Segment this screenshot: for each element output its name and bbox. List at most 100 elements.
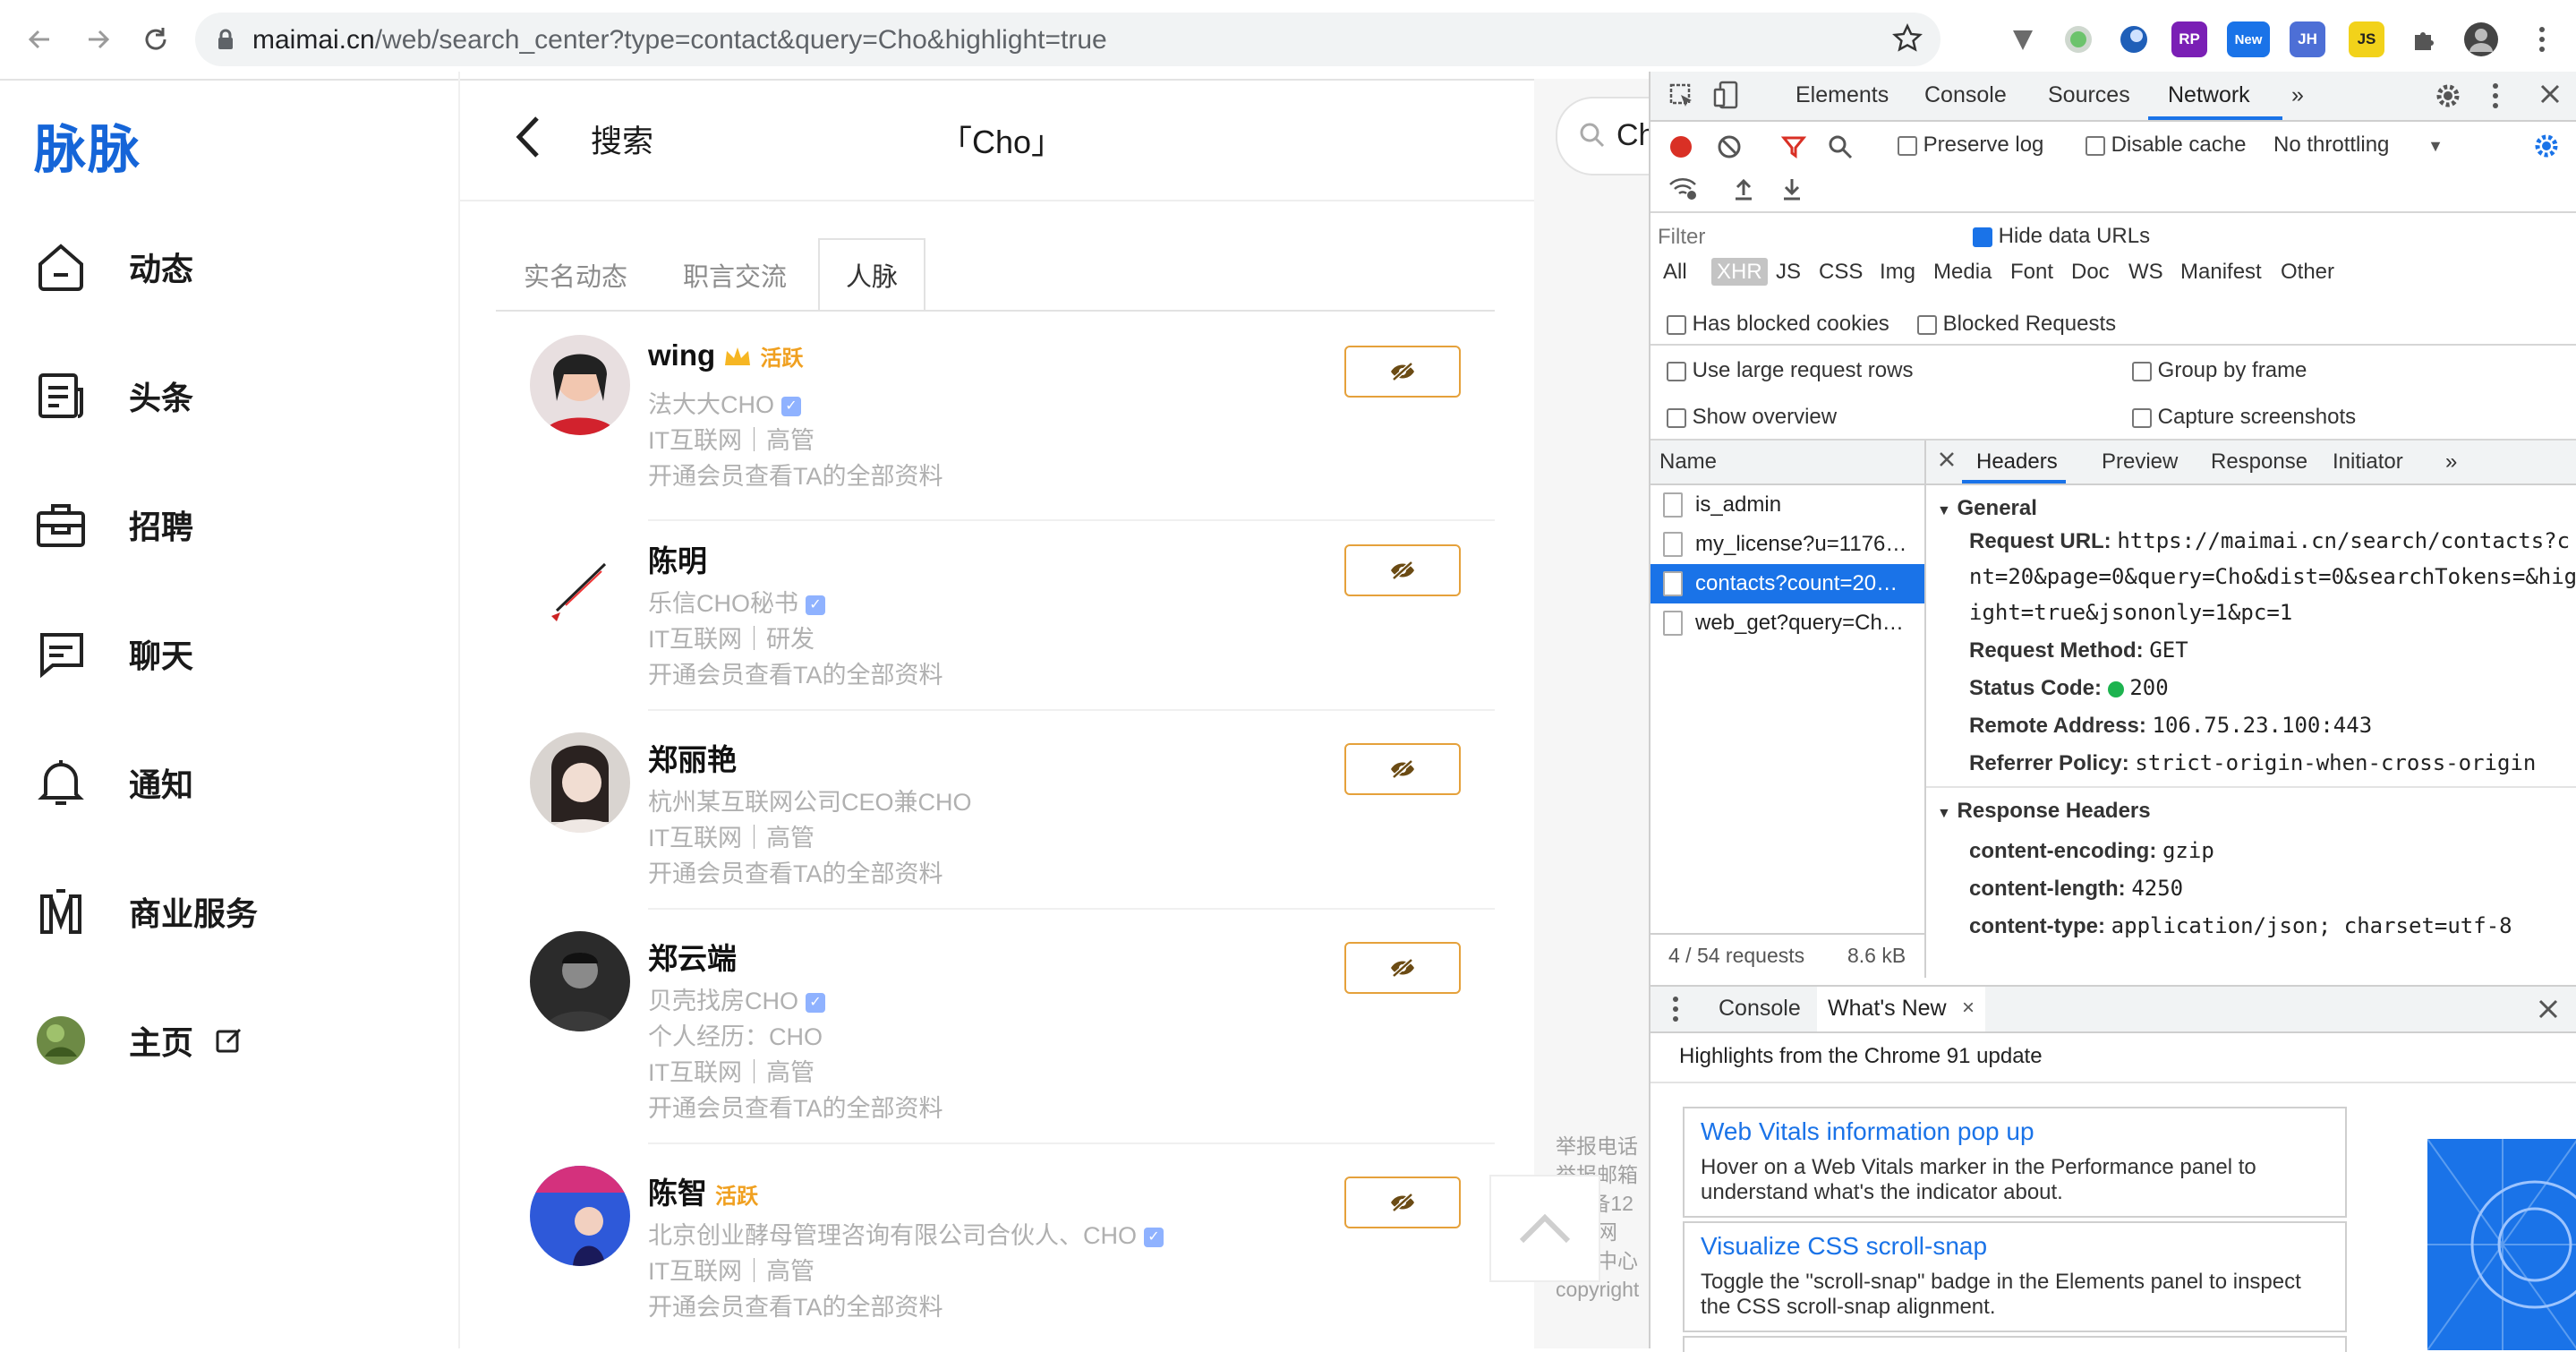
contact-name[interactable]: 陈明 xyxy=(648,537,707,580)
back-arrow-icon[interactable] xyxy=(20,20,59,59)
sidebar-item-dongtai[interactable]: 动态 xyxy=(34,231,419,303)
avatar[interactable] xyxy=(530,732,630,833)
search-icon[interactable] xyxy=(1828,134,1853,159)
browser-menu-icon[interactable] xyxy=(2524,21,2560,57)
tab-response[interactable]: Response xyxy=(2211,449,2307,475)
tab-elements[interactable]: Elements xyxy=(1796,82,1889,108)
extension-blue-orb-icon[interactable] xyxy=(2116,21,2152,57)
contact-vip-hint[interactable]: 开通会员查看TA的全部资料 xyxy=(648,457,943,492)
tab-network[interactable]: Network xyxy=(2168,82,2250,108)
contact-card[interactable]: wing 活跃 法大大CHO ✓ IT互联网｜高管 开通会员查看TA的全部资料 xyxy=(496,331,1495,521)
tab-headers[interactable]: Headers xyxy=(1976,449,2058,475)
more-detail-tabs-icon[interactable]: » xyxy=(2445,449,2457,475)
drawer-menu-icon[interactable] xyxy=(1672,996,1679,1023)
more-tabs-icon[interactable]: » xyxy=(2291,82,2304,108)
has-blocked-cookies-checkbox[interactable]: Has blocked cookies xyxy=(1667,312,1889,337)
contact-name[interactable]: 陈智 活跃 xyxy=(648,1169,758,1212)
extensions-puzzle-icon[interactable] xyxy=(2406,21,2442,57)
sidebar-item-shangye[interactable]: 商业服务 xyxy=(34,876,419,947)
show-overview-checkbox[interactable]: Show overview xyxy=(1667,405,1837,430)
profile-avatar-icon[interactable] xyxy=(2463,21,2499,57)
follow-button[interactable] xyxy=(1344,544,1461,596)
whats-new-card[interactable]: Web Vitals information pop up Hover on a… xyxy=(1683,1107,2347,1218)
sidebar-item-toutiao[interactable]: 头条 xyxy=(34,360,419,432)
type-manifest[interactable]: Manifest xyxy=(2180,260,2262,285)
extension-green-dot-icon[interactable] xyxy=(2060,21,2096,57)
extension-new-icon[interactable]: New xyxy=(2227,21,2270,57)
contact-vip-hint[interactable]: 开通会员查看TA的全部资料 xyxy=(648,1288,943,1322)
clear-icon[interactable] xyxy=(1717,134,1742,159)
extension-js-icon[interactable]: JS xyxy=(2349,21,2384,57)
avatar[interactable] xyxy=(530,931,630,1031)
contact-vip-hint[interactable]: 开通会员查看TA的全部资料 xyxy=(648,655,943,690)
record-icon[interactable] xyxy=(1668,134,1693,159)
avatar[interactable] xyxy=(530,534,630,634)
devtools-menu-icon[interactable] xyxy=(2492,82,2499,109)
follow-button[interactable] xyxy=(1344,1177,1461,1228)
tab-renmai[interactable]: 人脉 xyxy=(818,240,925,310)
back-chevron-icon[interactable] xyxy=(510,115,546,159)
bookmark-star-icon[interactable] xyxy=(1892,23,1923,54)
contact-card[interactable]: 陈明 乐信CHO秘书 ✓ IT互联网｜研发 开通会员查看TA的全部资料 xyxy=(496,530,1495,720)
sidebar-item-zhaopin[interactable]: 招聘 xyxy=(34,489,419,560)
hide-data-urls-checkbox[interactable]: Hide data URLs xyxy=(1973,224,2150,249)
sidebar-item-zhuye[interactable]: 主页 xyxy=(34,1005,419,1076)
contact-vip-hint[interactable]: 开通会员查看TA的全部资料 xyxy=(648,854,943,889)
extension-jh-icon[interactable]: JH xyxy=(2290,21,2325,57)
close-tab-icon[interactable]: × xyxy=(1962,996,1975,1021)
throttling-select[interactable]: No throttling ▼ xyxy=(2273,133,2444,158)
type-css[interactable]: CSS xyxy=(1819,260,1863,285)
lock-icon[interactable] xyxy=(217,29,235,50)
whats-new-title[interactable]: Visualize CSS scroll-snap xyxy=(1701,1232,1987,1261)
type-js[interactable]: JS xyxy=(1776,260,1801,285)
contact-card[interactable]: 郑丽艳 杭州某互联网公司CEO兼CHO IT互联网｜高管 开通会员查看TA的全部… xyxy=(496,729,1495,919)
scroll-to-top-button[interactable] xyxy=(1489,1175,1600,1282)
capture-screenshots-checkbox[interactable]: Capture screenshots xyxy=(2132,405,2356,430)
type-all[interactable]: All xyxy=(1663,260,1687,285)
filter-input[interactable] xyxy=(1651,218,1953,254)
contact-name[interactable]: 郑丽艳 xyxy=(648,736,737,779)
settings-gear-icon[interactable] xyxy=(2435,82,2461,109)
general-section-header[interactable]: ▼ General xyxy=(1937,496,2037,521)
tab-shiming-dongtai[interactable]: 实名动态 xyxy=(510,240,641,310)
blocked-requests-checkbox[interactable]: Blocked Requests xyxy=(1917,312,2116,337)
contact-card[interactable]: 郑云端 贝壳找房CHO ✓ 个人经历：CHO IT互联网｜高管 开通会员查看TA的… xyxy=(496,928,1495,1157)
tab-sources[interactable]: Sources xyxy=(2048,82,2130,108)
type-other[interactable]: Other xyxy=(2281,260,2334,285)
name-column-header[interactable]: Name xyxy=(1651,441,1924,485)
filter-input-field[interactable] xyxy=(1656,222,1946,252)
contact-name[interactable]: wing 活跃 xyxy=(648,338,804,372)
type-ws[interactable]: WS xyxy=(2128,260,2163,285)
preserve-log-checkbox[interactable]: Preserve log xyxy=(1898,133,2043,158)
large-request-rows-checkbox[interactable]: Use large request rows xyxy=(1667,358,1913,383)
import-har-icon[interactable] xyxy=(1733,177,1754,201)
whats-new-card[interactable]: Visualize CSS scroll-snap Toggle the "sc… xyxy=(1683,1221,2347,1332)
request-row-selected[interactable]: contacts?count=20… xyxy=(1651,564,1924,603)
close-details-icon[interactable] xyxy=(1937,449,1957,469)
contact-name[interactable]: 郑云端 xyxy=(648,935,737,978)
tab-zhiyan-jiaoliu[interactable]: 职言交流 xyxy=(670,240,800,310)
follow-button[interactable] xyxy=(1344,346,1461,398)
request-row[interactable]: my_license?u=1176… xyxy=(1651,525,1924,564)
drawer-tab-whats-new[interactable]: What's New × xyxy=(1817,987,1985,1031)
type-font[interactable]: Font xyxy=(2010,260,2053,285)
request-row[interactable]: web_get?query=Ch… xyxy=(1651,603,1924,643)
group-by-frame-checkbox[interactable]: Group by frame xyxy=(2132,358,2307,383)
avatar[interactable] xyxy=(530,335,630,435)
network-conditions-icon[interactable] xyxy=(1668,177,1697,201)
drawer-tab-console[interactable]: Console xyxy=(1719,996,1801,1022)
follow-button[interactable] xyxy=(1344,942,1461,994)
follow-button[interactable] xyxy=(1344,743,1461,795)
forward-arrow-icon[interactable] xyxy=(79,20,118,59)
extension-rp-icon[interactable]: RP xyxy=(2171,21,2207,57)
tab-initiator[interactable]: Initiator xyxy=(2333,449,2403,475)
type-doc[interactable]: Doc xyxy=(2071,260,2110,285)
contact-card[interactable]: 陈智 活跃 北京创业酵母管理咨询有限公司合伙人、CHO ✓ IT互联网｜高管 开通… xyxy=(496,1162,1495,1348)
reload-icon[interactable] xyxy=(136,20,175,59)
sidebar-item-tongzhi[interactable]: 通知 xyxy=(34,747,419,818)
inspect-element-icon[interactable] xyxy=(1668,82,1695,109)
tab-console[interactable]: Console xyxy=(1924,82,2007,108)
extension-v-icon[interactable] xyxy=(2005,21,2041,57)
network-settings-icon[interactable] xyxy=(2533,133,2560,159)
close-devtools-icon[interactable] xyxy=(2538,82,2562,106)
